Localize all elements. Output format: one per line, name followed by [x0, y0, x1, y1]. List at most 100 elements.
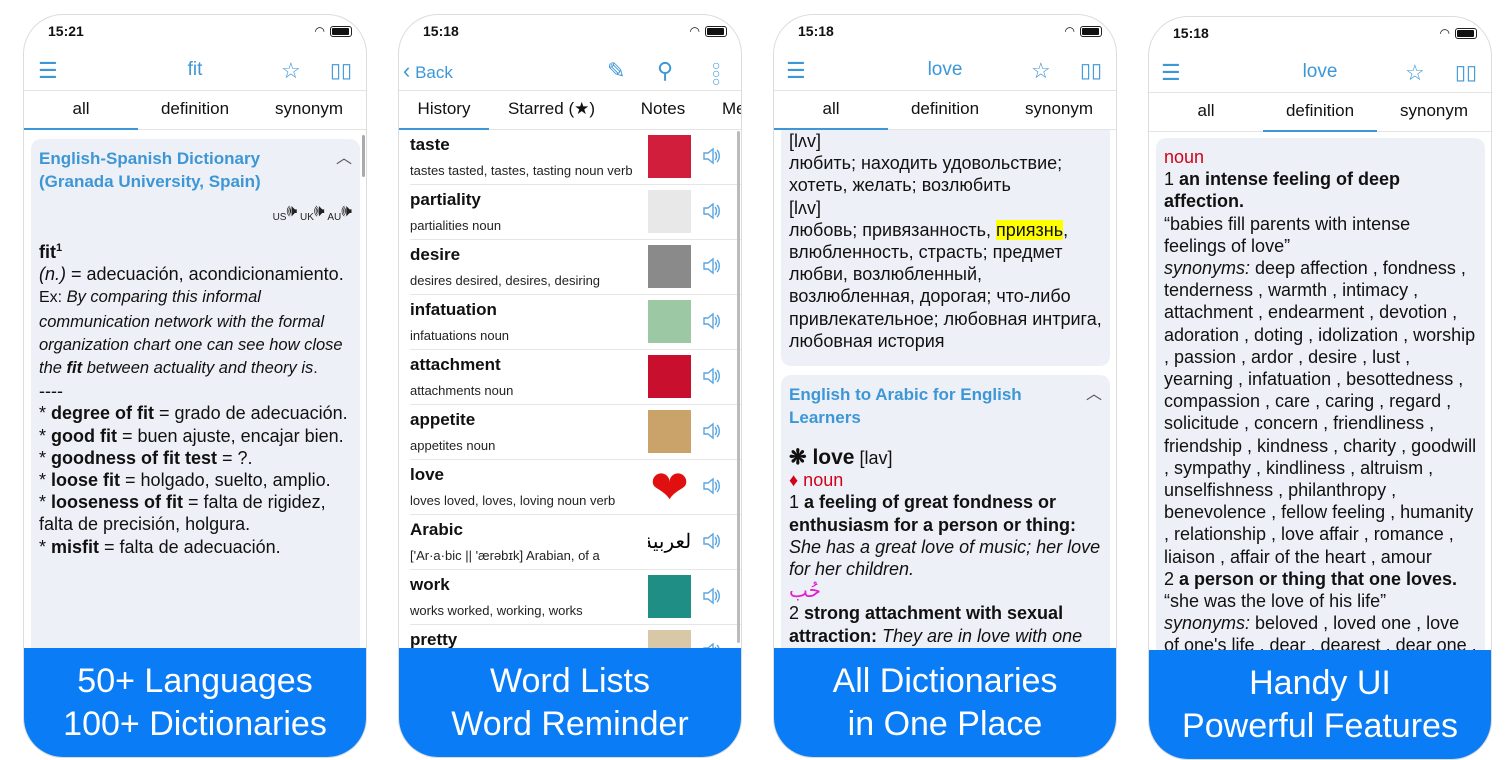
tab-synonym[interactable]: synonym: [1002, 92, 1116, 129]
scrollbar[interactable]: [362, 135, 365, 177]
back-button[interactable]: ‹ Back: [403, 59, 453, 85]
text-segment: an intense feeling of deep affection.: [1164, 169, 1401, 212]
status-bar: 15:21 ◠: [24, 15, 366, 49]
back-label: Back: [415, 63, 453, 82]
text-segment: looseness of fit: [51, 492, 184, 513]
speaker-icon[interactable]: [701, 310, 723, 337]
banner-line: Word Lists: [490, 662, 650, 700]
speaker-icon[interactable]: 🕪: [286, 201, 297, 220]
text-segment: = buen ajuste, encajar bien.: [117, 425, 344, 446]
text-segment: *: [39, 536, 52, 557]
tab-all[interactable]: all: [774, 92, 888, 130]
speaker-icon[interactable]: [701, 200, 723, 227]
phone-screen-all-dictionaries: 15:18 ◠ ☰ love ☆ ▯▯ all definition synon…: [773, 14, 1117, 758]
list-item[interactable]: infatuation infatuations noun: [410, 295, 741, 350]
text-segment: a feeling of great fondness or enthusias…: [789, 492, 1077, 535]
book-icon[interactable]: ▯▯: [1455, 61, 1477, 85]
speaker-icon[interactable]: 🕪: [341, 201, 352, 220]
paragraph: * looseness of fit = falta de rigidez, f…: [39, 491, 352, 535]
tab-history[interactable]: History: [399, 92, 489, 130]
tab-definition[interactable]: definition: [888, 92, 1002, 129]
speaker-icon[interactable]: [701, 255, 723, 282]
tab-definition[interactable]: definition: [1263, 94, 1377, 132]
list-item[interactable]: taste tastes tasted, tastes, tasting noun…: [410, 130, 741, 185]
tab-all[interactable]: all: [1149, 94, 1263, 131]
nav-bar: ☰ love ☆ ▯▯: [774, 51, 1116, 91]
pencil-icon[interactable]: ✎: [607, 59, 625, 83]
list-item[interactable]: partiality partialities noun: [410, 185, 741, 240]
speaker-icon[interactable]: [701, 585, 723, 612]
text-segment: fit: [66, 359, 83, 378]
scrollbar[interactable]: [737, 131, 740, 643]
word: Arabic: [410, 520, 463, 539]
search-icon[interactable]: ⚲: [657, 59, 673, 83]
tab-synonym[interactable]: synonym: [1377, 94, 1491, 131]
speaker-icon[interactable]: [701, 530, 723, 557]
speaker-icon[interactable]: [701, 145, 723, 172]
list-item[interactable]: work works worked, working, works: [410, 570, 741, 625]
tab-definition[interactable]: definition: [138, 92, 252, 129]
text-segment: *: [39, 403, 52, 424]
list-item[interactable]: desire desires desired, desires, desiring: [410, 240, 741, 295]
paragraph: ----: [39, 380, 352, 402]
entry-text: fit1 (n.) = adecuación, acondicionamiento…: [39, 241, 352, 558]
paragraph: [lʌv]: [789, 197, 1102, 219]
text-segment: любовь; привязанность,: [789, 219, 996, 240]
tab-more[interactable]: Me: [712, 92, 741, 129]
text-segment: = ?.: [217, 447, 253, 468]
book-icon[interactable]: ▯▯: [1080, 59, 1102, 83]
pronunciation-row: US🕪 UK🕪 AU🕪: [39, 201, 352, 223]
word: love: [410, 465, 445, 484]
star-icon[interactable]: ☆: [1031, 59, 1051, 83]
list-item[interactable]: appetite appetites noun: [410, 405, 741, 460]
tab-notes[interactable]: Notes: [614, 92, 712, 129]
status-time: 15:18: [798, 23, 834, 39]
paragraph: * good fit = buen ajuste, encajar bien.: [39, 425, 352, 447]
banner-line: 100+ Dictionaries: [63, 705, 327, 743]
chevron-up-icon[interactable]: ︿: [1086, 383, 1102, 406]
text-segment: synonyms:: [1164, 258, 1251, 279]
text-segment: 2: [789, 603, 805, 624]
dictionary-title-text: English to Arabic for English Learners: [789, 385, 1022, 428]
tab-bar: all definition synonym: [774, 92, 1116, 130]
entry-text: [lʌv] любить; находить удовольствие; хоте…: [789, 130, 1102, 352]
paragraph: [lʌv]: [789, 130, 1102, 152]
paragraph: * loose fit = holgado, suelto, amplio.: [39, 469, 352, 491]
dictionary-title[interactable]: English to Arabic for English Learners ︿: [789, 383, 1102, 429]
text-segment: = grado de adecuación.: [154, 403, 348, 424]
book-icon[interactable]: ▯▯: [330, 59, 352, 83]
list-item[interactable]: love loves loved, loves, loving noun verb…: [410, 460, 741, 515]
entry-text: noun 1 an intense feeling of deep affecti…: [1164, 146, 1477, 657]
star-icon[interactable]: ☆: [281, 59, 301, 83]
more-icon[interactable]: ○ ○ ○: [712, 58, 720, 88]
text-segment: “babies fill parents with intense feelin…: [1164, 213, 1411, 256]
paragraph: “she was the love of his life”: [1164, 590, 1477, 612]
nav-bar: ‹ Back ✎ ⚲ ○ ○ ○: [399, 51, 741, 91]
paragraph: synonyms: deep affection , fondness , te…: [1164, 257, 1477, 568]
tab-all[interactable]: all: [24, 92, 138, 130]
text-segment: ♦ noun: [789, 470, 844, 491]
speaker-icon[interactable]: [701, 365, 723, 392]
tab-starred[interactable]: Starred (★): [489, 92, 614, 129]
word: work: [410, 575, 450, 594]
battery-icon: [1080, 25, 1102, 37]
speaker-icon[interactable]: 🕪: [314, 201, 325, 220]
chevron-up-icon[interactable]: ︿: [336, 147, 352, 170]
word: desire: [410, 245, 461, 264]
list-item[interactable]: attachment attachments noun: [410, 350, 741, 405]
list-item[interactable]: Arabic ['Ar·a·bic || 'ærəbɪk] Arabian, of…: [410, 515, 741, 570]
phone-screen-definition: 15:18 ◠ ☰ love ☆ ▯▯ all definition synon…: [1148, 16, 1492, 760]
promo-banner: Handy UI Powerful Features: [1149, 650, 1491, 759]
paragraph: noun: [1164, 146, 1477, 168]
text-segment: ❋: [789, 446, 813, 470]
nav-title: fit: [187, 59, 203, 80]
star-icon[interactable]: ☆: [1405, 61, 1425, 85]
speaker-icon[interactable]: [701, 475, 723, 502]
text-segment: synonyms:: [1164, 613, 1251, 634]
phone-screen-dictionary-fit: 15:21 ◠ ☰ fit ☆ ▯▯ all definition synony…: [23, 14, 367, 758]
dictionary-title[interactable]: English-Spanish Dictionary (Granada Univ…: [39, 147, 352, 193]
tab-synonym[interactable]: synonym: [252, 92, 366, 129]
speaker-icon[interactable]: [701, 420, 723, 447]
text-segment: misfit: [51, 536, 100, 557]
audio-label-us: US: [272, 212, 287, 223]
